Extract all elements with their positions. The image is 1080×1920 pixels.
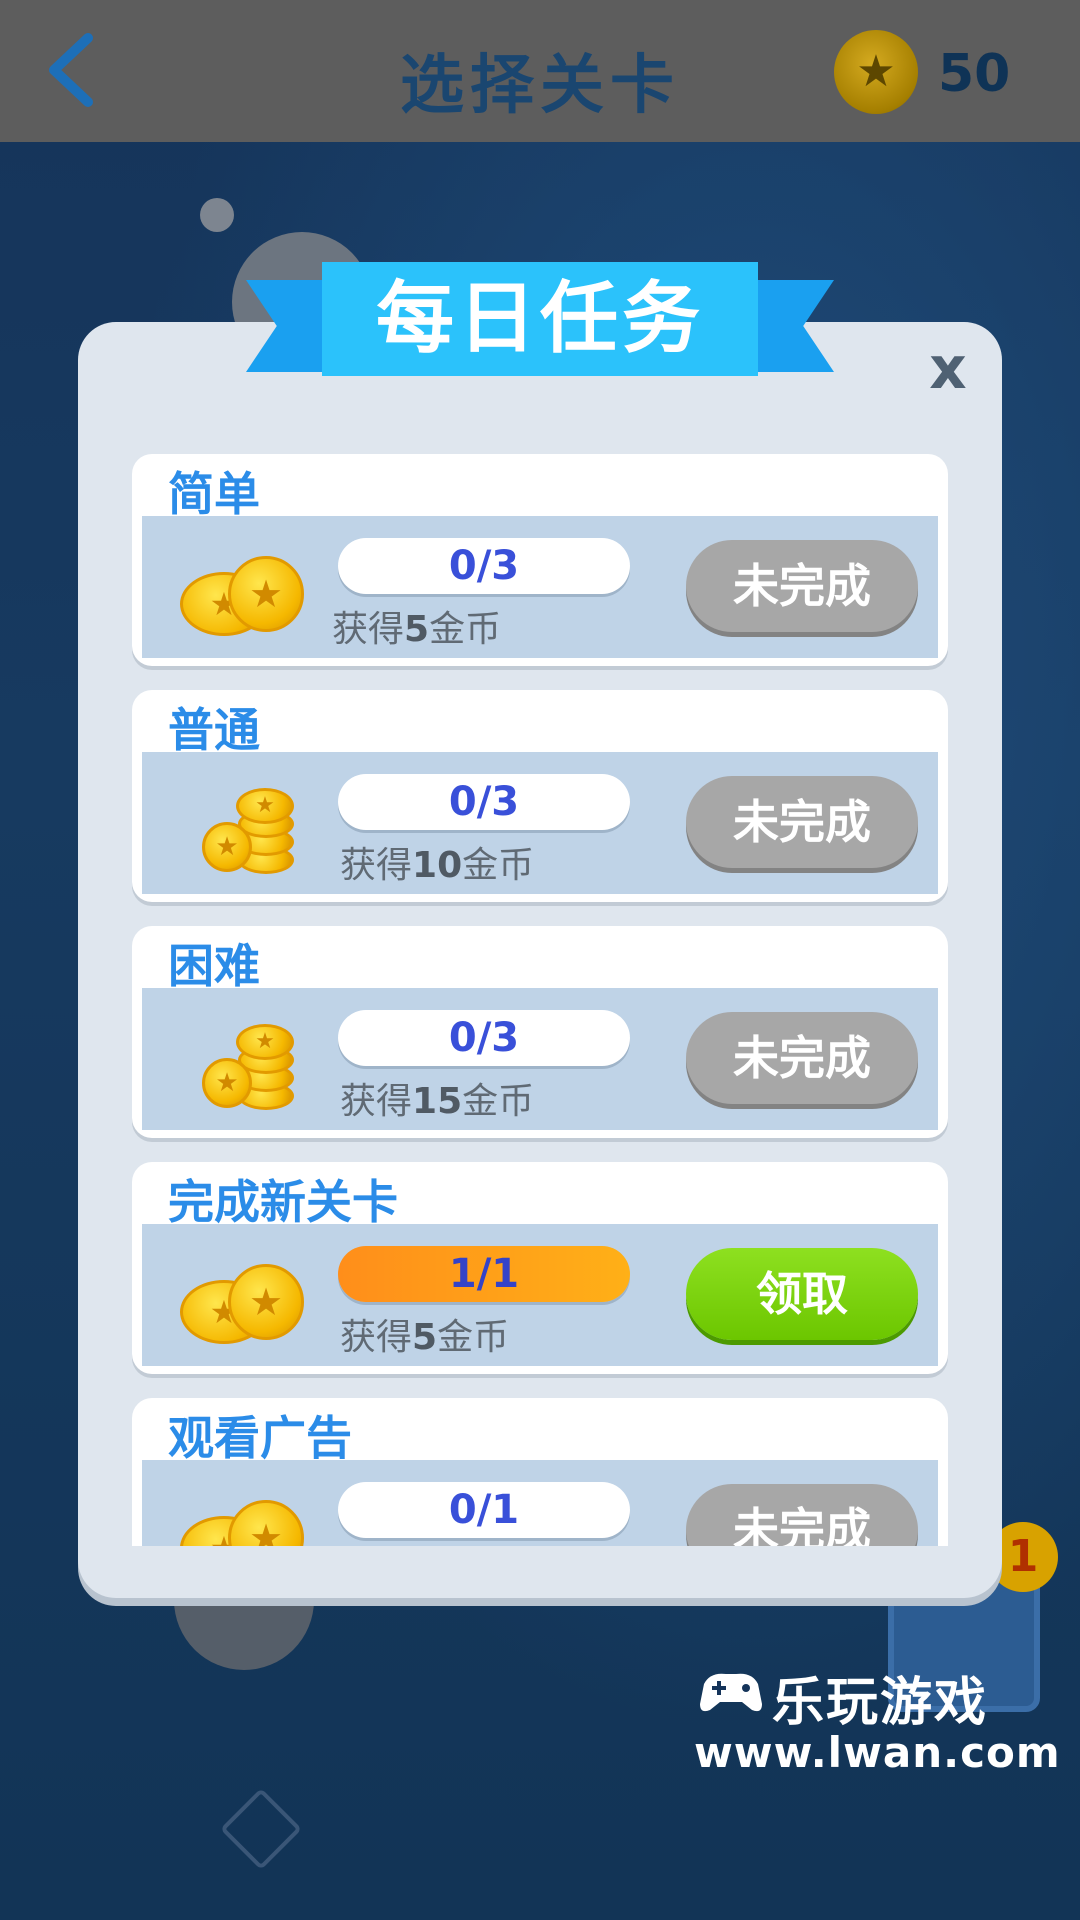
incomplete-button[interactable]: 未完成 [686,1484,918,1546]
watermark-url: www.lwan.com [694,1728,1061,1777]
task-progress: 0/1 [338,1482,630,1538]
task-card-watch-ad: 观看广告 ★ ★ 0/1 未完成 [132,1398,948,1546]
task-body: ★ ★ 1/1 获得5金币 领取 [142,1224,938,1366]
two-coins-icon: ★ ★ [180,1254,304,1344]
task-progress: 0/3 [338,774,630,830]
close-icon[interactable]: x [918,338,978,398]
page-title: 选择关卡 [400,49,680,123]
task-title: 完成新关卡 [168,1175,398,1229]
task-card-normal: 普通 ★ ★ 0/3 获得10金币 未完成 [132,690,948,902]
task-progress: 0/3 [338,1010,630,1066]
two-coins-icon: ★ ★ [180,1490,304,1546]
task-title: 困难 [168,939,260,993]
coin-icon: ★ [834,30,918,114]
watermark-brand: 乐玩游戏 [772,1673,989,1733]
task-reward: 获得5金币 [340,1317,510,1358]
incomplete-button[interactable]: 未完成 [686,1012,918,1104]
task-card-easy: 简单 ★ ★ 0/3 获得5金币 未完成 [132,454,948,666]
top-bar: 选择关卡 ★ 50 [0,0,1080,142]
dialog-title: 每日任务 [375,274,704,364]
task-body: ★ ★ 0/1 未完成 [142,1460,938,1546]
two-coins-icon: ★ ★ [180,546,304,636]
task-list[interactable]: 简单 ★ ★ 0/3 获得5金币 未完成 普通 ★ ★ 0/3 获得10金币 未… [78,322,1002,1546]
dialog-title-ribbon: 每日任务 [246,262,834,404]
daily-tasks-dialog: 简单 ★ ★ 0/3 获得5金币 未完成 普通 ★ ★ 0/3 获得10金币 未… [78,322,1002,1598]
incomplete-button[interactable]: 未完成 [686,540,918,632]
task-title: 观看广告 [168,1411,352,1465]
background-dot [200,198,234,232]
task-title: 简单 [168,467,260,521]
coin-count: 50 [938,44,1011,104]
task-card-hard: 困难 ★ ★ 0/3 获得15金币 未完成 [132,926,948,1138]
coin-stack-icon: ★ ★ [180,1018,300,1110]
task-body: ★ ★ 0/3 获得5金币 未完成 [142,516,938,658]
task-progress: 1/1 [338,1246,630,1302]
task-reward: 获得15金币 [340,1081,535,1122]
task-reward: 获得5金币 [332,609,502,650]
gamepad-logo-icon [700,1673,762,1712]
task-card-new-level: 完成新关卡 ★ ★ 1/1 获得5金币 领取 [132,1162,948,1374]
task-title: 普通 [168,703,260,757]
incomplete-button[interactable]: 未完成 [686,776,918,868]
task-reward: 获得10金币 [340,845,535,886]
task-progress: 0/3 [338,538,630,594]
task-body: ★ ★ 0/3 获得15金币 未完成 [142,988,938,1130]
task-body: ★ ★ 0/3 获得10金币 未完成 [142,752,938,894]
claim-button[interactable]: 领取 [686,1248,918,1340]
coin-stack-icon: ★ ★ [180,782,300,874]
